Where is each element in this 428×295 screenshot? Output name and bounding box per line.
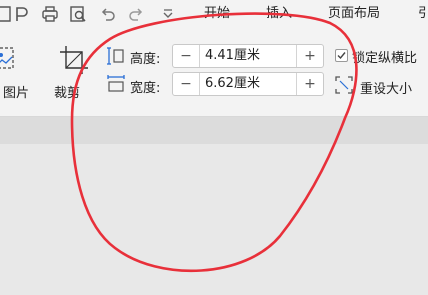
- print-icon[interactable]: [40, 4, 60, 24]
- quick-access-toolbar: 开始 插入 页面布局 引: [0, 0, 428, 30]
- tab-home[interactable]: 开始: [204, 4, 230, 24]
- lock-aspect-ratio-label[interactable]: 锁定纵横比: [352, 47, 417, 66]
- height-decrease-button[interactable]: −: [173, 45, 200, 67]
- width-stepper[interactable]: − 6.62厘米 +: [172, 72, 324, 96]
- width-label: 宽度:: [130, 81, 161, 96]
- height-icon: [106, 46, 126, 66]
- width-input[interactable]: 6.62厘米: [205, 73, 260, 95]
- height-stepper[interactable]: − 4.41厘米 +: [172, 44, 324, 68]
- tab-insert[interactable]: 插入: [266, 4, 292, 24]
- picture-tools-ribbon: 图片 裁剪 高度: − 4.41厘米 + 宽度: − 6.62厘米 + 锁定纵横…: [0, 30, 428, 117]
- redo-icon[interactable]: [126, 4, 146, 24]
- document-area: [0, 117, 428, 295]
- width-decrease-button[interactable]: −: [173, 73, 200, 95]
- picture-button-label[interactable]: 图片: [3, 82, 29, 101]
- tab-page-layout[interactable]: 页面布局: [328, 4, 380, 24]
- export-pdf-icon[interactable]: [12, 4, 32, 24]
- customize-toolbar-chevron-down-icon[interactable]: [158, 4, 178, 24]
- crop-icon[interactable]: [58, 44, 90, 76]
- lock-aspect-ratio-checkbox[interactable]: [335, 49, 348, 62]
- width-icon: [106, 74, 126, 94]
- height-increase-button[interactable]: +: [296, 45, 323, 67]
- reset-size-icon[interactable]: [335, 76, 353, 94]
- undo-icon[interactable]: [98, 4, 118, 24]
- crop-button-label[interactable]: 裁剪: [54, 82, 80, 101]
- reset-size-label[interactable]: 重设大小: [360, 78, 412, 97]
- picture-icon[interactable]: [0, 46, 18, 76]
- width-increase-button[interactable]: +: [296, 73, 323, 95]
- ruler-band: [0, 117, 428, 144]
- tab-references[interactable]: 引: [418, 4, 428, 24]
- height-label: 高度:: [130, 52, 161, 67]
- height-input[interactable]: 4.41厘米: [205, 45, 260, 67]
- print-preview-icon[interactable]: [68, 4, 88, 24]
